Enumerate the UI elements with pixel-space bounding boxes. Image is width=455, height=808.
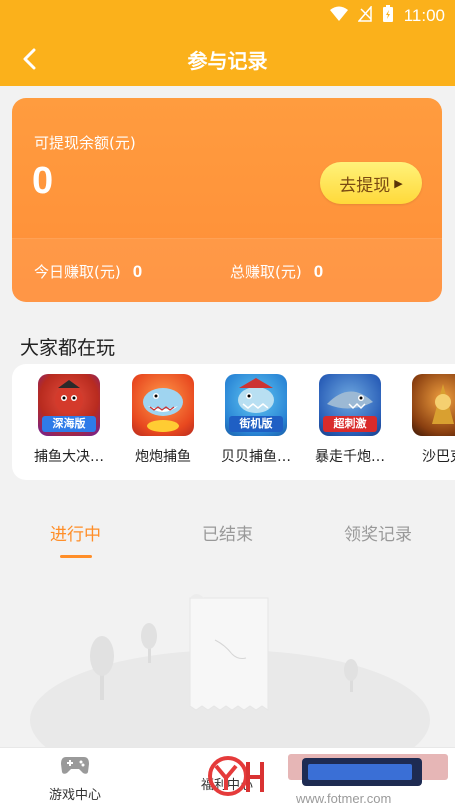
balance-summary: 可提现余额(元) 0 去提现 ▶: [12, 98, 442, 238]
total-earnings-value: 0: [313, 262, 324, 281]
balance-label: 可提现余额(元): [34, 134, 136, 152]
record-tabs: 进行中 已结束 领奖记录: [0, 510, 455, 560]
game-icon-fishing-1: 深海版: [38, 374, 100, 436]
today-earnings: 今日赚取(元) 0: [34, 261, 142, 282]
game-item[interactable]: 深海版 捕鱼大决…: [24, 374, 114, 466]
game-label: 沙巴克: [422, 449, 455, 465]
game-label: 贝贝捕鱼…: [221, 449, 291, 465]
gamepad-icon: [61, 757, 89, 774]
empty-records-illustration: [30, 594, 430, 790]
tab-ended[interactable]: 已结束: [202, 520, 253, 545]
withdraw-button[interactable]: 去提现 ▶: [320, 162, 422, 204]
today-earnings-label: 今日赚取(元): [34, 263, 121, 281]
game-item[interactable]: 超刺激 暴走千炮…: [305, 374, 395, 466]
caret-right-icon: ▶: [394, 176, 403, 190]
game-label: 炮炮捕鱼: [135, 449, 191, 465]
game-item[interactable]: 街机版 贝贝捕鱼…: [211, 374, 301, 466]
bottom-nav-game-center[interactable]: 游戏中心: [30, 754, 120, 803]
section-title: 大家都在玩: [20, 337, 116, 359]
earnings-row: 今日赚取(元) 0 总赚取(元) 0: [12, 238, 442, 302]
game-label: 暴走千炮…: [315, 449, 385, 465]
bottom-nav-label: 游戏中心: [48, 788, 101, 803]
top-nav-bar: 参与记录: [0, 32, 455, 86]
game-icon-fishing-4: 超刺激: [319, 374, 381, 436]
tab-in-progress[interactable]: 进行中: [50, 520, 101, 545]
balance-card: 可提现余额(元) 0 去提现 ▶ 今日赚取(元) 0 总赚取(元) 0: [12, 98, 442, 302]
page-title: 参与记录: [187, 49, 268, 73]
game-banner: 超刺激: [323, 416, 377, 432]
game-icon-fishing-2: [132, 374, 194, 436]
game-item[interactable]: 沙巴克: [398, 374, 455, 466]
total-earnings-label: 总赚取(元): [230, 263, 302, 281]
battery-icon: [382, 5, 394, 27]
active-tab-indicator: [60, 555, 92, 558]
status-icons: 11:00: [329, 4, 445, 27]
game-banner: 深海版: [42, 416, 96, 432]
tab-prize-records[interactable]: 领奖记录: [344, 520, 412, 545]
wifi-icon: [329, 6, 348, 26]
total-earnings: 总赚取(元) 0: [230, 261, 323, 282]
status-time: 11:00: [403, 6, 445, 25]
status-bar: 11:00: [0, 0, 455, 32]
game-icon-shabake: [412, 374, 455, 436]
signal-icon: [357, 4, 372, 26]
game-item[interactable]: 炮炮捕鱼: [118, 374, 208, 466]
watermark-logo: www.fotmer.com: [200, 748, 455, 808]
game-banner: 街机版: [229, 416, 283, 432]
balance-value: 0: [32, 160, 54, 202]
game-label: 捕鱼大决…: [34, 449, 104, 465]
game-icon-fishing-3: 街机版: [225, 374, 287, 436]
empty-state: [0, 570, 455, 790]
svg-text:www.fotmer.com: www.fotmer.com: [295, 791, 391, 806]
today-earnings-value: 0: [132, 262, 143, 281]
withdraw-button-label: 去提现: [339, 175, 391, 196]
games-carousel[interactable]: 深海版 捕鱼大决… 炮炮捕鱼 街机版 贝贝捕鱼… 超刺激 暴走千炮… 沙巴: [12, 364, 455, 480]
